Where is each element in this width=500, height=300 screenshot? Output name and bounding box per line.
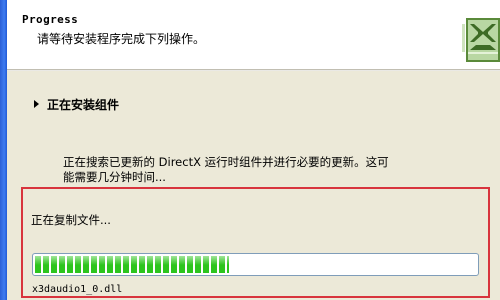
step-description: 正在搜索已更新的 DirectX 运行时组件并进行必要的更新。这可能需要几分钟时… (63, 155, 389, 184)
progress-bar (32, 253, 479, 276)
window-edge (0, 0, 7, 300)
progress-track (35, 256, 476, 273)
page-title: Progress (22, 13, 79, 26)
current-step-arrow-icon (34, 100, 39, 108)
directx-logo-icon (456, 12, 500, 64)
section-heading: 正在安装组件 (47, 98, 120, 112)
progress-fill (35, 256, 230, 273)
status-text: 正在复制文件... (31, 213, 111, 227)
current-file-label: x3daudio1_0.dll (32, 284, 123, 295)
page-subtitle: 请等待安装程序完成下列操作。 (37, 32, 206, 46)
header-divider (7, 69, 500, 71)
installer-window: Progress 请等待安装程序完成下列操作。 正在安装组件 正在搜索已更新的 … (0, 0, 500, 300)
progress-group: 正在复制文件... x3daudio1_0.dll (21, 187, 490, 298)
